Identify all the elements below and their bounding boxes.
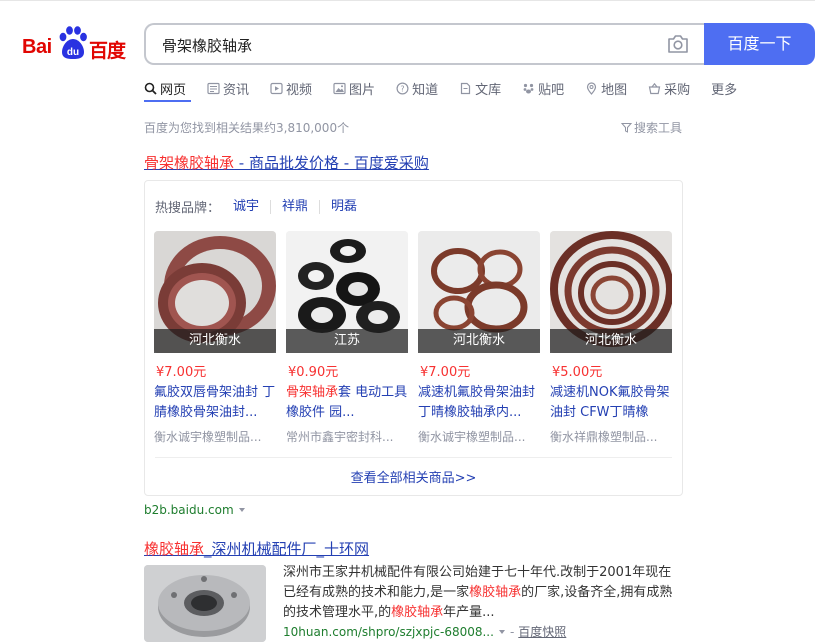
product-name[interactable]: 减速机氟胶骨架油封 丁晴橡胶轴承内... xyxy=(418,383,540,423)
product-price: ¥5.00元 xyxy=(552,365,603,380)
abstract-highlight: 橡胶轴承 xyxy=(469,585,522,600)
product-name[interactable]: 减速机NOK氟胶骨架油封 CFW丁晴橡 xyxy=(550,383,672,423)
brand-link[interactable]: 诚宇 xyxy=(230,199,270,214)
camera-icon[interactable] xyxy=(667,34,689,54)
product-name[interactable]: 氟胶双唇骨架油封 丁腈橡胶骨架油封... xyxy=(154,383,276,423)
product-shop[interactable]: 衡水祥鼎橡塑制品... xyxy=(550,428,672,445)
tab-label: 地图 xyxy=(601,82,628,98)
title-highlight: 骨架橡胶轴承 xyxy=(144,154,235,172)
product-shop[interactable]: 衡水诚宇橡塑制品... xyxy=(154,428,276,445)
product-location: 河北衡水 xyxy=(418,329,540,353)
product-item[interactable]: 河北衡水 ¥5.00元 减速机NOK氟胶骨架油封 CFW丁晴橡 衡水祥鼎橡塑制品… xyxy=(550,231,672,451)
divider xyxy=(155,457,672,458)
logo-text-cn: 百度 xyxy=(89,40,126,62)
filter-icon xyxy=(621,123,632,133)
result-thumbnail[interactable] xyxy=(144,565,266,642)
logo-text-bai: Bai xyxy=(22,36,52,58)
tab-news[interactable]: 资讯 xyxy=(207,76,249,100)
product-item[interactable]: 河北衡水 ¥7.00元 氟胶双唇骨架油封 丁腈橡胶骨架油封... 衡水诚宇橡塑制… xyxy=(154,231,276,451)
product-location: 河北衡水 xyxy=(550,329,672,353)
search-tabs: 网页 资讯 视频 图片 ? 知道 文库 贴吧 地图 采购 更多 xyxy=(144,76,758,100)
hot-brands: 热搜品牌： 诚宇 祥鼎 明磊 xyxy=(155,197,368,216)
result-title[interactable]: 橡胶轴承_深州机械配件厂_十环网 xyxy=(144,538,369,559)
search-tools-label: 搜索工具 xyxy=(634,121,683,135)
paw-icon: du xyxy=(59,26,87,59)
result-url[interactable]: 10huan.com/shpro/szjxpjc-68008... xyxy=(283,625,494,639)
map-pin-icon xyxy=(587,81,597,95)
product-shop[interactable]: 常州市鑫宇密封科... xyxy=(286,428,408,445)
chevron-down-icon[interactable] xyxy=(498,629,505,634)
tab-more[interactable]: 更多 xyxy=(711,76,737,100)
result-source[interactable]: b2b.baidu.com xyxy=(144,503,245,517)
search-icon xyxy=(144,82,157,95)
tab-label: 贴吧 xyxy=(538,82,565,98)
source-url: b2b.baidu.com xyxy=(144,503,234,517)
search-tools-button[interactable]: 搜索工具 xyxy=(621,119,682,136)
product-shop[interactable]: 衡水诚宇橡塑制品... xyxy=(418,428,540,445)
result-count: 百度为您找到相关结果约3,810,000个 xyxy=(144,121,350,135)
snapshot-link[interactable]: 百度快照 xyxy=(518,623,566,640)
tab-label: 图片 xyxy=(349,82,376,98)
tab-video[interactable]: 视频 xyxy=(270,76,312,100)
tab-images[interactable]: 图片 xyxy=(333,76,375,100)
title-highlight: 橡胶轴承 xyxy=(144,540,205,558)
view-all-products-link[interactable]: 查看全部相关商品>> xyxy=(145,467,682,486)
result-abstract: 深州市王家井机械配件有限公司始建于七十年代.改制于2001年现在已经有成熟的技术… xyxy=(283,563,683,623)
tab-label: 采购 xyxy=(664,82,691,98)
brand-link[interactable]: 明磊 xyxy=(319,199,368,214)
product-price: ¥7.00元 xyxy=(156,365,207,380)
brands-label: 热搜品牌： xyxy=(155,201,221,216)
tab-label: 知道 xyxy=(412,82,439,98)
chevron-down-icon[interactable] xyxy=(238,508,245,512)
tab-tieba[interactable]: 贴吧 xyxy=(522,76,564,100)
product-name-highlight: 骨架轴承 xyxy=(286,385,339,400)
tab-label: 文库 xyxy=(475,82,502,98)
product-item[interactable]: 江苏 ¥0.90元 骨架轴承套 电动工具橡胶件 园... 常州市鑫宇密封科... xyxy=(286,231,408,451)
product-card: 热搜品牌： 诚宇 祥鼎 明磊 河北衡水 ¥7.00元 氟胶双唇骨架油封 丁腈橡胶… xyxy=(144,180,683,496)
tab-purchase[interactable]: 采购 xyxy=(648,76,690,100)
title-rest: _深州机械配件厂_十环网 xyxy=(204,540,370,558)
question-icon: ? xyxy=(396,81,409,95)
product-location: 江苏 xyxy=(286,329,408,353)
abstract-text: 年产量... xyxy=(443,605,495,620)
tab-label: 网页 xyxy=(160,82,187,98)
document-icon xyxy=(460,82,471,94)
bearing-part-image xyxy=(144,565,266,642)
tab-web[interactable]: 网页 xyxy=(144,76,186,100)
product-price: ¥7.00元 xyxy=(420,365,471,380)
product-name[interactable]: 骨架轴承套 电动工具橡胶件 园... xyxy=(286,383,408,423)
search-button[interactable]: 百度一下 xyxy=(704,23,815,65)
search-query-text: 骨架橡胶轴承 xyxy=(162,37,253,55)
basket-icon xyxy=(648,82,661,94)
brand-link[interactable]: 祥鼎 xyxy=(270,199,319,214)
top-border xyxy=(0,0,815,1)
abstract-highlight: 橡胶轴承 xyxy=(391,605,444,620)
tab-label: 更多 xyxy=(711,82,738,98)
title-rest: - 商品批发价格 - 百度爱采购 xyxy=(234,154,429,172)
result-title[interactable]: 骨架橡胶轴承 - 商品批发价格 - 百度爱采购 xyxy=(144,152,429,173)
search-input[interactable]: 骨架橡胶轴承 xyxy=(144,23,705,65)
product-grid: 河北衡水 ¥7.00元 氟胶双唇骨架油封 丁腈橡胶骨架油封... 衡水诚宇橡塑制… xyxy=(154,231,674,451)
baidu-logo[interactable]: Bai du 百度 xyxy=(22,24,128,64)
logo-text-du: du xyxy=(67,47,79,58)
tab-wenku[interactable]: 文库 xyxy=(459,76,501,100)
tab-map[interactable]: 地图 xyxy=(585,76,627,100)
result-url-row: 10huan.com/shpro/szjxpjc-68008... - 百度快照 xyxy=(283,623,566,640)
active-tab-indicator xyxy=(144,100,191,102)
tab-zhidao[interactable]: ? 知道 xyxy=(396,76,438,100)
product-location: 河北衡水 xyxy=(154,329,276,353)
product-price: ¥0.90元 xyxy=(288,365,339,380)
url-separator: - xyxy=(509,624,515,639)
tab-label: 资讯 xyxy=(223,82,250,98)
product-item[interactable]: 河北衡水 ¥7.00元 减速机氟胶骨架油封 丁晴橡胶轴承内... 衡水诚宇橡塑制… xyxy=(418,231,540,451)
svg-text:?: ? xyxy=(400,84,404,93)
video-icon xyxy=(270,82,283,94)
tab-label: 视频 xyxy=(286,82,313,98)
image-icon xyxy=(333,82,346,94)
tieba-icon xyxy=(523,83,534,93)
news-icon xyxy=(207,82,220,94)
